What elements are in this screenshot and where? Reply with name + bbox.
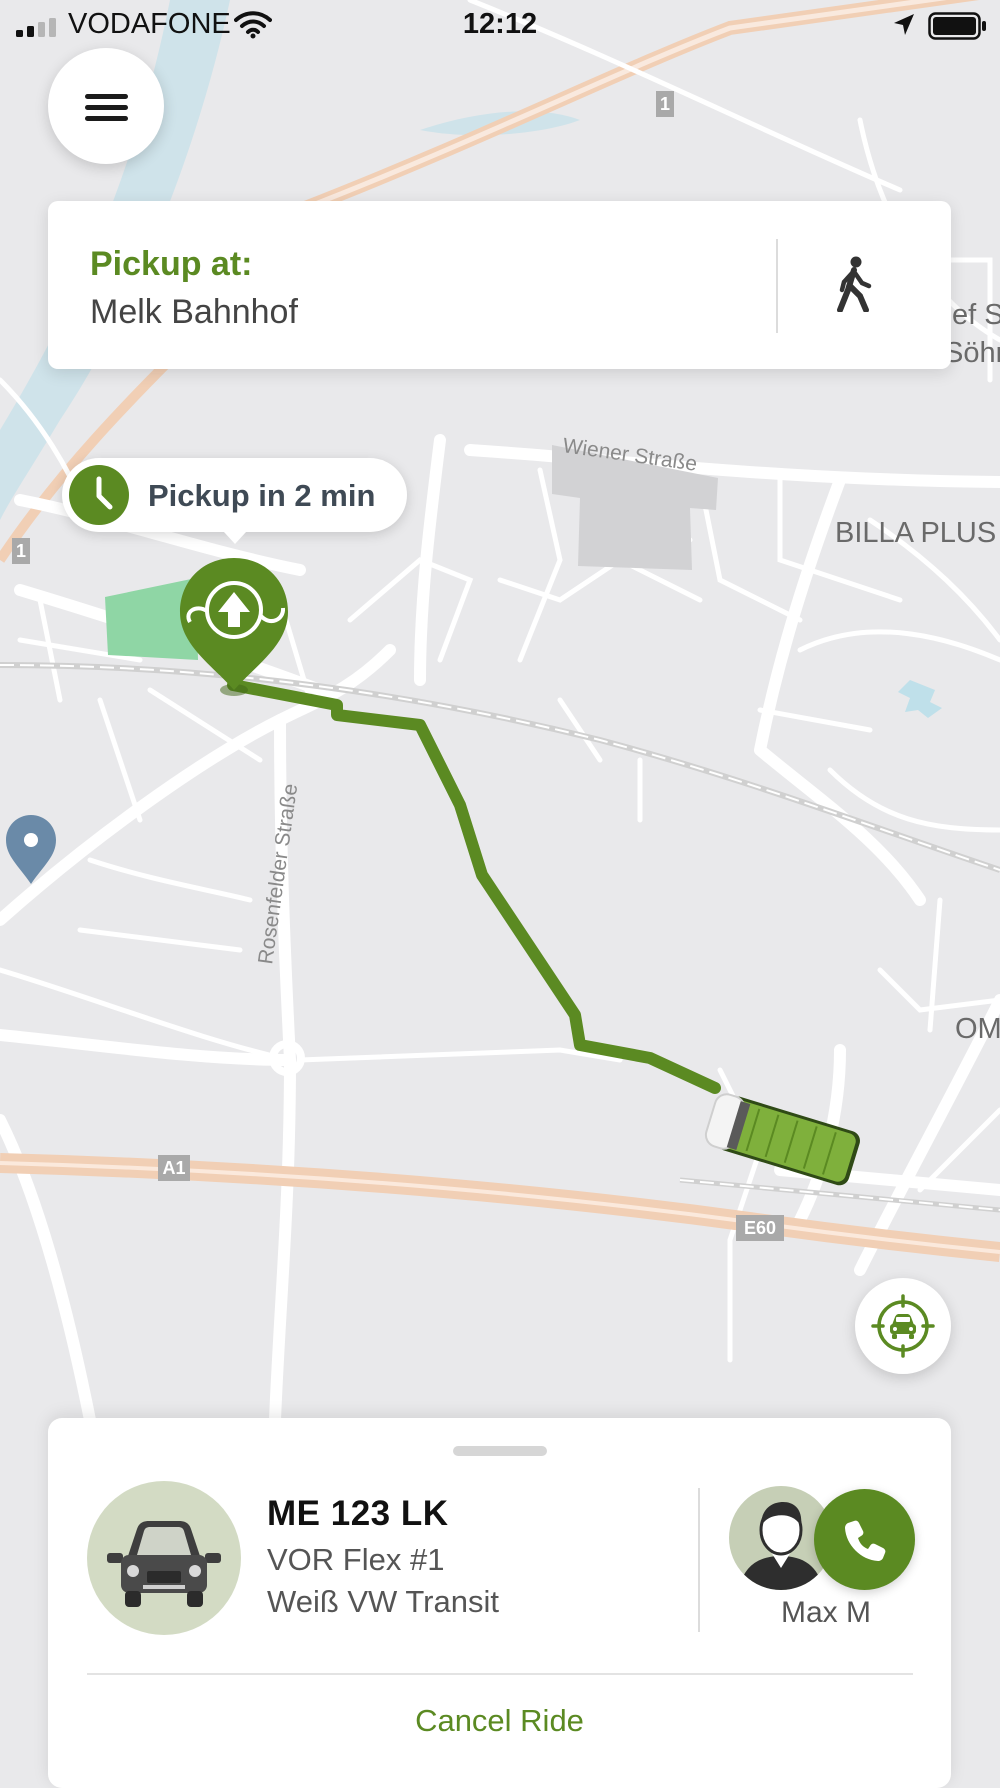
- road-shield-a1: A1: [162, 1158, 185, 1178]
- van-icon: [107, 1521, 221, 1607]
- vehicle-description: Weiß VW Transit: [267, 1584, 499, 1619]
- menu-button[interactable]: [48, 48, 164, 164]
- phone-icon: [845, 1520, 886, 1561]
- vehicle-avatar: [87, 1481, 241, 1635]
- location-arrow-icon: [894, 14, 914, 35]
- pickup-label: Pickup at:: [90, 245, 253, 283]
- clock-icon: [69, 465, 129, 525]
- clock-time: 12:12: [462, 8, 538, 40]
- sheet-vertical-divider: [698, 1488, 700, 1632]
- cancel-ride-button[interactable]: Cancel Ride: [48, 1686, 951, 1756]
- eta-text: Pickup in 2 min: [148, 478, 376, 513]
- place-label-om: OM: [955, 1013, 1000, 1045]
- sheet-horizontal-divider: [87, 1673, 913, 1675]
- sheet-drag-handle[interactable]: [453, 1446, 547, 1456]
- ride-details-sheet[interactable]: ME 123 LK VOR Flex #1 Weiß VW Transit Ma…: [48, 1418, 951, 1788]
- battery-icon: [928, 12, 986, 40]
- place-label-billa: BILLA PLUS: [835, 517, 996, 549]
- place-label-sohn: Söhn: [944, 337, 1000, 369]
- recenter-car-icon: [871, 1294, 935, 1358]
- pickup-card[interactable]: Pickup at: Melk Bahnhof: [48, 201, 951, 369]
- call-driver-button[interactable]: [814, 1489, 915, 1590]
- pickup-divider: [776, 239, 778, 333]
- eta-bubble: Pickup in 2 min: [62, 458, 407, 544]
- recenter-button[interactable]: [855, 1278, 951, 1374]
- driver-name: Max M: [781, 1596, 871, 1629]
- walking-directions-button[interactable]: [783, 221, 933, 351]
- pickup-location: Melk Bahnhof: [90, 293, 298, 331]
- road-shield-e60: E60: [744, 1218, 776, 1238]
- vehicle-name: VOR Flex #1: [267, 1542, 445, 1577]
- status-bar: VODAFONE 12:12: [0, 0, 1000, 52]
- road-shield-1-left: 1: [16, 541, 26, 561]
- road-shield-1-top: 1: [660, 94, 670, 114]
- place-label-efs: ef S: [952, 299, 1000, 331]
- vehicle-plate: ME 123 LK: [267, 1494, 449, 1533]
- walking-person-icon: [837, 256, 872, 312]
